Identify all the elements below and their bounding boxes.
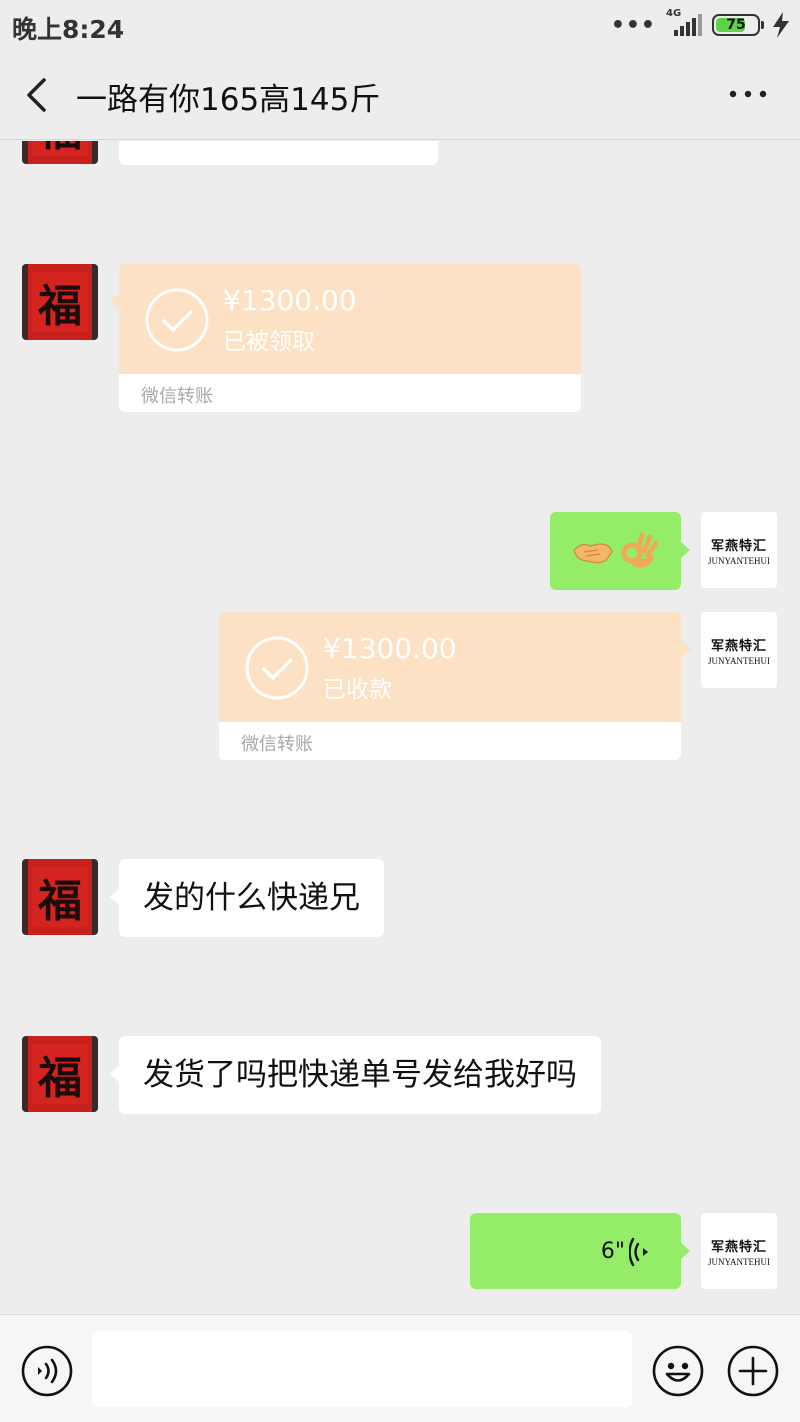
transfer-status: 已被领取 (223, 329, 315, 355)
avatar-brand-en: JUNYANTEHUI (708, 555, 770, 566)
self-avatar[interactable]: 军燕特汇 JUNYANTEHUI (701, 612, 777, 688)
battery-percent: 75 (726, 17, 746, 33)
avatar-fu-char: 福 (32, 867, 88, 927)
chat-history[interactable]: 福 福 ¥1300.00 已被领取 微信转账 (0, 141, 800, 1314)
check-circle-icon (245, 636, 309, 700)
battery-icon: 75 (712, 14, 764, 36)
transfer-footer: 微信转账 (141, 386, 213, 407)
status-time: 晚上8:24 (12, 15, 125, 44)
avatar-brand-en: JUNYANTEHUI (708, 655, 770, 666)
back-arrow-icon[interactable] (20, 74, 60, 116)
incoming-text-bubble[interactable]: 发货了吗把快递单号发给我好吗 (110, 1036, 601, 1114)
transfer-amount: ¥1300.00 (223, 284, 357, 317)
handshake-emoji (573, 543, 613, 564)
avatar-brand-cn: 军燕特汇 (710, 1239, 767, 1255)
voice-wave-icon (629, 1237, 648, 1267)
bubble-tail (681, 640, 691, 658)
emoji-icon[interactable] (652, 1345, 704, 1397)
network-type: 4G (666, 8, 682, 19)
avatar-fu-char: 福 (32, 272, 88, 332)
transfer-card-top: ¥1300.00 已收款 (219, 612, 681, 722)
emoji-row (572, 512, 659, 590)
contact-avatar[interactable]: 福 (22, 859, 98, 935)
message-input[interactable] (92, 1331, 632, 1407)
more-icon[interactable] (728, 84, 768, 104)
transfer-footer: 微信转账 (241, 734, 313, 755)
ok-hand-emoji (621, 532, 658, 568)
contact-avatar[interactable]: 福 (22, 264, 98, 340)
avatar-fu-char: 福 (32, 1044, 88, 1104)
transfer-status: 已收款 (323, 677, 392, 703)
contact-avatar[interactable]: 福 (22, 141, 98, 164)
transfer-card-top: ¥1300.00 已被领取 (119, 264, 581, 374)
avatar-brand-cn: 军燕特汇 (710, 638, 767, 654)
more-dots-icon: ••• (610, 12, 656, 38)
check-circle-icon (145, 288, 209, 352)
chat-header: 一路有你165高145斤 (0, 50, 800, 140)
voice-input-icon[interactable] (21, 1345, 73, 1397)
status-bar: 晚上8:24 ••• 4G 75 (0, 0, 800, 50)
plus-icon[interactable] (727, 1345, 779, 1397)
voice-duration: 6" (600, 1239, 625, 1264)
transfer-card-incoming[interactable]: ¥1300.00 已被领取 微信转账 (119, 264, 581, 412)
self-avatar[interactable]: 军燕特汇 JUNYANTEHUI (701, 1213, 777, 1289)
signal-icon: 4G (666, 8, 702, 38)
avatar-fu-char: 福 (32, 141, 88, 156)
voice-row: 6" (494, 1213, 651, 1291)
message-text: 发货了吗把快递单号发给我好吗 (143, 1057, 577, 1093)
status-icons: ••• 4G 75 (610, 8, 792, 40)
outgoing-emoji-bubble[interactable] (550, 512, 690, 590)
incoming-text-bubble[interactable]: 发的什么快递兄 (110, 859, 384, 937)
contact-avatar[interactable]: 福 (22, 1036, 98, 1112)
avatar-brand-en: JUNYANTEHUI (708, 1256, 770, 1267)
charging-bolt-icon (773, 12, 789, 38)
self-avatar[interactable]: 军燕特汇 JUNYANTEHUI (701, 512, 777, 588)
transfer-card-outgoing[interactable]: ¥1300.00 已收款 微信转账 (219, 612, 681, 760)
avatar-brand-cn: 军燕特汇 (710, 538, 767, 554)
message-text: 发的什么快递兄 (143, 880, 360, 916)
input-bar (0, 1314, 800, 1422)
incoming-text-bubble[interactable] (119, 141, 438, 165)
transfer-amount: ¥1300.00 (323, 632, 457, 665)
outgoing-voice-bubble[interactable]: 6" (470, 1213, 690, 1291)
chat-title: 一路有你165高145斤 (76, 82, 381, 118)
